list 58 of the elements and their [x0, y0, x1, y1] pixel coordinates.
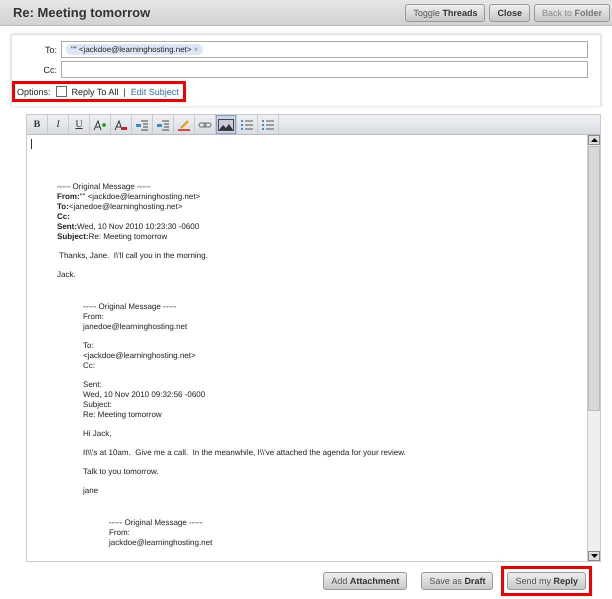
indent-icon — [135, 118, 149, 130]
italic-button[interactable]: I — [48, 115, 69, 134]
numbered-list-icon — [240, 118, 254, 130]
footer-button[interactable]: Add Attachment — [323, 572, 408, 590]
scrollbar[interactable] — [587, 135, 600, 561]
message-line: ----- Original Message ----- — [83, 302, 178, 312]
message-line: Subject: — [83, 400, 113, 410]
message-line: jackdoe@learninghosting.net — [109, 538, 214, 548]
to-field[interactable]: "" <jackdoe@learninghosting.net> × — [61, 41, 588, 58]
message-line: Jack. — [57, 270, 77, 280]
image-button[interactable] — [216, 115, 237, 134]
message-line: From: — [109, 528, 131, 538]
font-color-icon — [93, 118, 107, 130]
footer-button[interactable]: Save as Draft — [421, 572, 494, 590]
message-line: jane — [83, 486, 100, 496]
message-line: To: — [83, 341, 95, 351]
message-line: ----- Original Message ----- — [109, 518, 204, 528]
reply-all-checkbox[interactable] — [56, 86, 67, 97]
message-line: <jackdoe@learninghosting.net> — [83, 351, 197, 361]
field-label: Cc: — [42, 64, 58, 74]
scrollbar-thumb[interactable] — [588, 146, 600, 411]
bullet-list-icon — [261, 118, 275, 130]
message-line: It\\'s at 10am. Give me a call. In the meanwhile, I\\'ve attached the agenda for your review. — [83, 448, 407, 458]
options-label: Options: — [17, 86, 51, 96]
window-title: Re: Meeting tomorrow — [13, 5, 150, 20]
pencil-icon — [177, 118, 191, 130]
recipient-address: "" <jackdoe@learninghosting.net> — [71, 45, 192, 54]
bold-button[interactable]: B — [27, 115, 48, 134]
message-line: Subject:Re: Meeting tomorrow — [57, 232, 168, 242]
outdent-icon — [156, 118, 170, 130]
message-line: Hi Jack, — [83, 429, 112, 439]
separator: | — [123, 86, 126, 96]
message-line: Sent:Wed, 10 Nov 2010 10:23:30 -0600 — [57, 222, 200, 232]
header-button[interactable]: Toggle Threads — [405, 4, 486, 22]
message-line: Talk to you tomorrow. — [83, 467, 160, 477]
header-button[interactable]: Close — [489, 4, 530, 22]
scroll-down-arrow-icon[interactable] — [588, 551, 600, 561]
message-line: Cc: — [57, 212, 71, 222]
field-label: To: — [44, 44, 58, 54]
text-caret — [31, 139, 32, 149]
message-line: ----- Original Message ----- — [57, 182, 152, 192]
image-icon — [218, 118, 234, 130]
underline-button[interactable]: U — [69, 115, 90, 134]
message-line: janedoe@learninghosting.net — [83, 322, 188, 332]
footer-button[interactable]: Send my Reply — [507, 572, 586, 590]
edit-subject-link[interactable]: Edit Subject — [130, 86, 179, 96]
text-color-icon — [114, 118, 128, 130]
message-line: From: — [83, 312, 105, 322]
scroll-up-arrow-icon[interactable] — [588, 135, 600, 145]
message-line: Cc: — [83, 361, 96, 371]
reply-all-label: Reply To All — [72, 86, 118, 96]
message-line: Wed, 10 Nov 2010 09:32:56 -0600 — [83, 390, 206, 400]
cc-field[interactable] — [61, 61, 588, 78]
message-line: Sent: — [83, 380, 103, 390]
message-line: Thanks, Jane. I\'ll call you in the morning. — [58, 251, 209, 261]
message-line: Re: Meeting tomorrow — [83, 410, 163, 420]
message-line: From:"" <jackdoe@learninghosting.net> — [57, 192, 202, 202]
message-line: To:<janedoe@learninghosting.net> — [57, 202, 184, 212]
